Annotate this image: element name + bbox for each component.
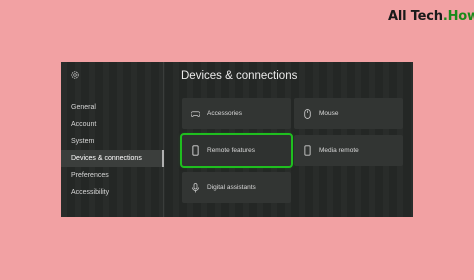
tile-digital-assistants[interactable]: Digital assistants — [182, 172, 291, 203]
remote-icon — [191, 145, 200, 156]
sidebar-item-preferences[interactable]: Preferences — [61, 167, 164, 184]
tile-media-remote[interactable]: Media remote — [294, 135, 403, 166]
settings-window: General Account System Devices & connect… — [61, 62, 413, 217]
tile-mouse[interactable]: Mouse — [294, 98, 403, 129]
sidebar-item-accessibility[interactable]: Accessibility — [61, 184, 164, 201]
settings-sidebar: General Account System Devices & connect… — [61, 62, 164, 217]
media-remote-icon — [303, 145, 312, 156]
sidebar-nav: General Account System Devices & connect… — [61, 99, 164, 201]
mouse-icon — [303, 108, 312, 119]
tile-accessories-label: Accessories — [207, 110, 243, 117]
sidebar-item-system[interactable]: System — [61, 133, 164, 150]
tile-media-remote-label: Media remote — [319, 147, 359, 154]
sidebar-item-devices-connections[interactable]: Devices & connections — [61, 150, 164, 167]
tile-mouse-label: Mouse — [319, 110, 339, 117]
gamepad-icon — [191, 108, 200, 119]
tile-remote-features[interactable]: Remote features — [180, 133, 293, 168]
tile-accessories[interactable]: Accessories — [182, 98, 291, 129]
tile-digital-assistants-label: Digital assistants — [207, 184, 256, 191]
page-title: Devices & connections — [181, 70, 298, 82]
sidebar-item-account[interactable]: Account — [61, 116, 164, 133]
assistant-icon — [191, 182, 200, 193]
gear-icon[interactable] — [70, 70, 80, 80]
sidebar-item-general[interactable]: General — [61, 99, 164, 116]
tile-remote-features-label: Remote features — [207, 147, 256, 154]
watermark-logo: All Tech.How — [388, 9, 474, 24]
watermark-main-text: All Tech — [388, 9, 443, 24]
watermark-accent-text: .How — [442, 9, 474, 24]
